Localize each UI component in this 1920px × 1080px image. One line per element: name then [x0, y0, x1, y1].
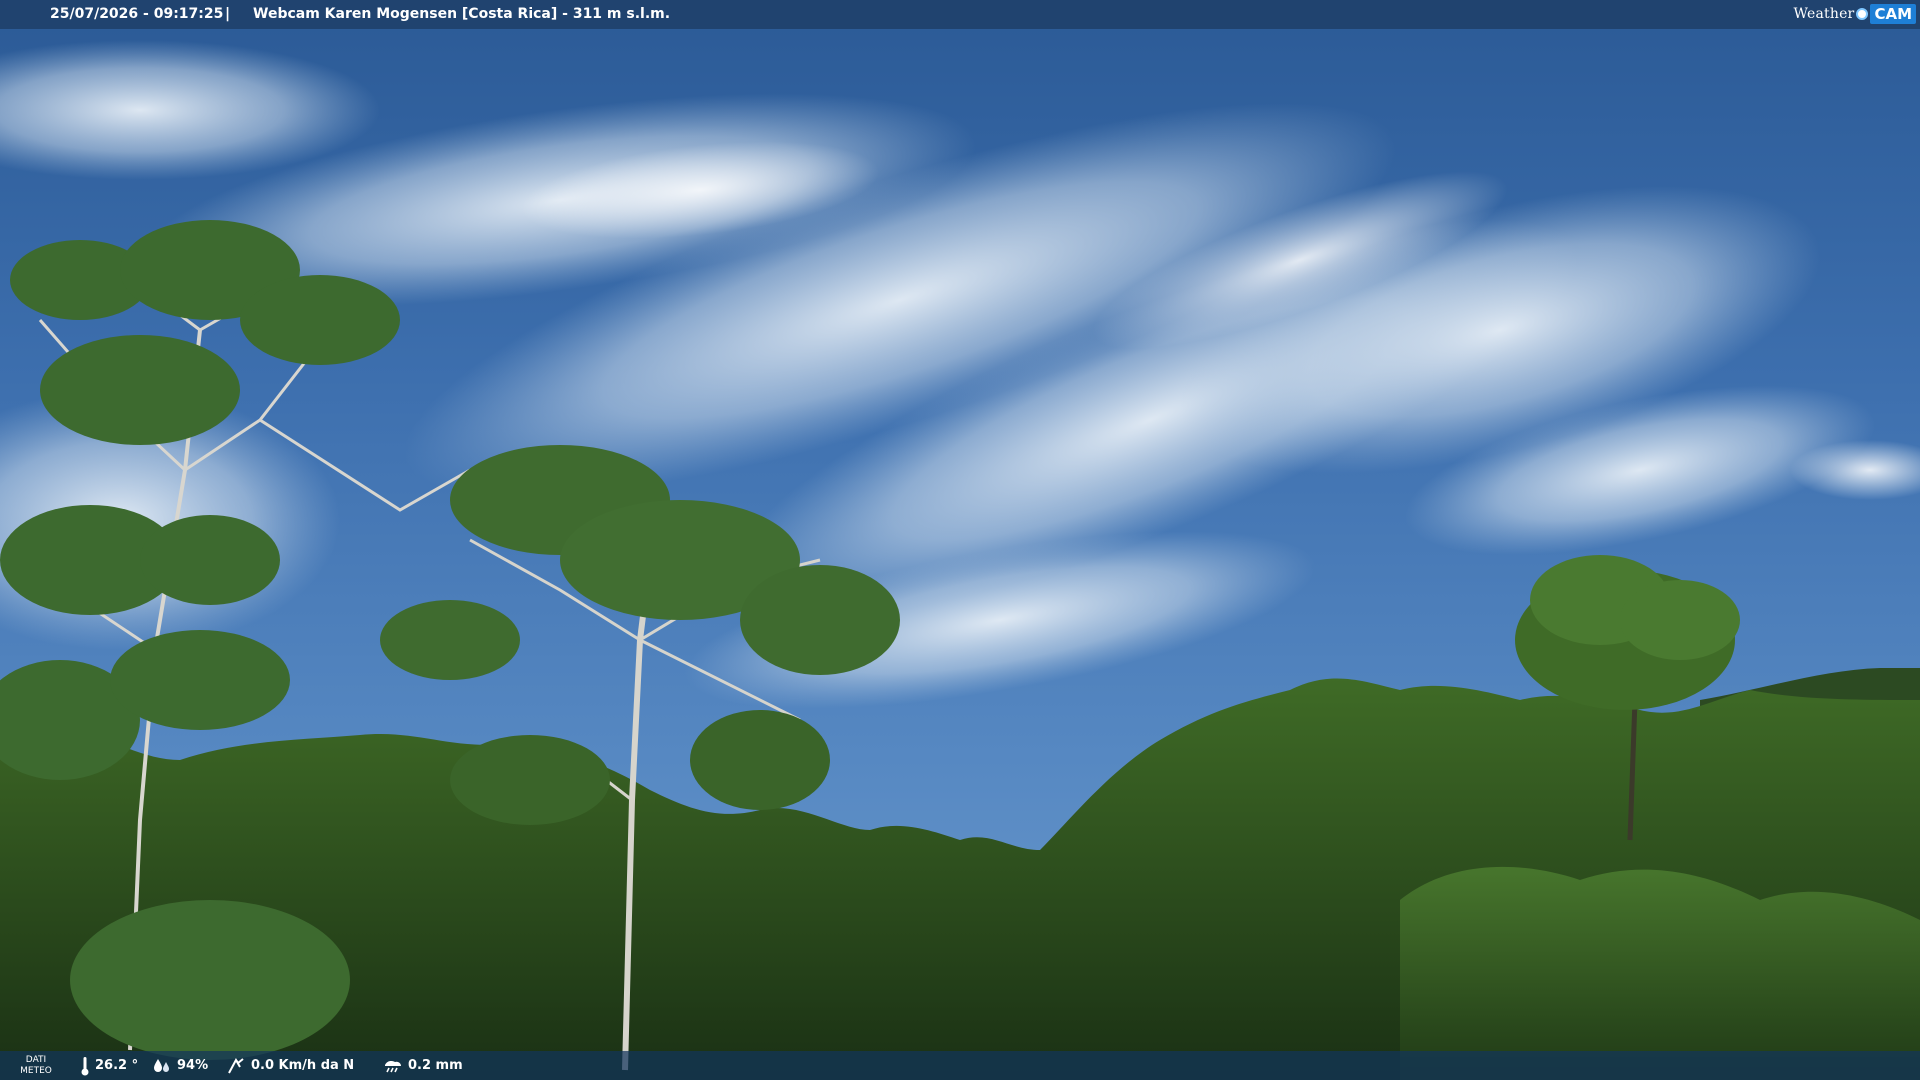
weathercam-logo[interactable]: Weather CAM [1794, 3, 1916, 25]
forest-foreground-right [1400, 866, 1920, 1080]
weather-data-label: DATI METEO [14, 1055, 58, 1077]
datetime-label: 25/07/2026 - 09:17:25 [50, 6, 224, 22]
header-bar: 25/07/2026 - 09:17:25 | Webcam Karen Mog… [0, 0, 1920, 29]
humidity-reading: 94% [152, 1051, 208, 1080]
wind-icon [228, 1057, 244, 1073]
brand-weather-text: Weather [1793, 5, 1855, 22]
globe-dot-icon [1856, 8, 1869, 20]
rain-gauge-icon [385, 1060, 401, 1072]
label-line-2: METEO [20, 1066, 52, 1076]
brand-cam-text: CAM [1870, 4, 1916, 24]
webcam-scene [0, 0, 1920, 1080]
wind-reading: 0.0 Km/h da N [226, 1051, 354, 1080]
rain-reading: 0.2 mm [383, 1051, 463, 1080]
temperature-value: 26.2 ° [95, 1058, 139, 1073]
rain-value: 0.2 mm [408, 1058, 463, 1073]
header-separator: | [225, 6, 231, 22]
temperature-reading: 26.2 ° [80, 1051, 138, 1080]
webcam-title: Webcam Karen Mogensen [Costa Rica] - 311… [253, 6, 671, 22]
label-line-1: DATI [25, 1055, 47, 1065]
thermometer-icon [81, 1056, 89, 1075]
wind-value: 0.0 Km/h da N [251, 1058, 355, 1073]
humidity-value: 94% [177, 1058, 209, 1073]
water-drops-icon [154, 1058, 169, 1072]
weather-data-bar: DATI METEO 26.2 ° 94% 0.0 Km/h da N 0.2 … [0, 1051, 1920, 1080]
